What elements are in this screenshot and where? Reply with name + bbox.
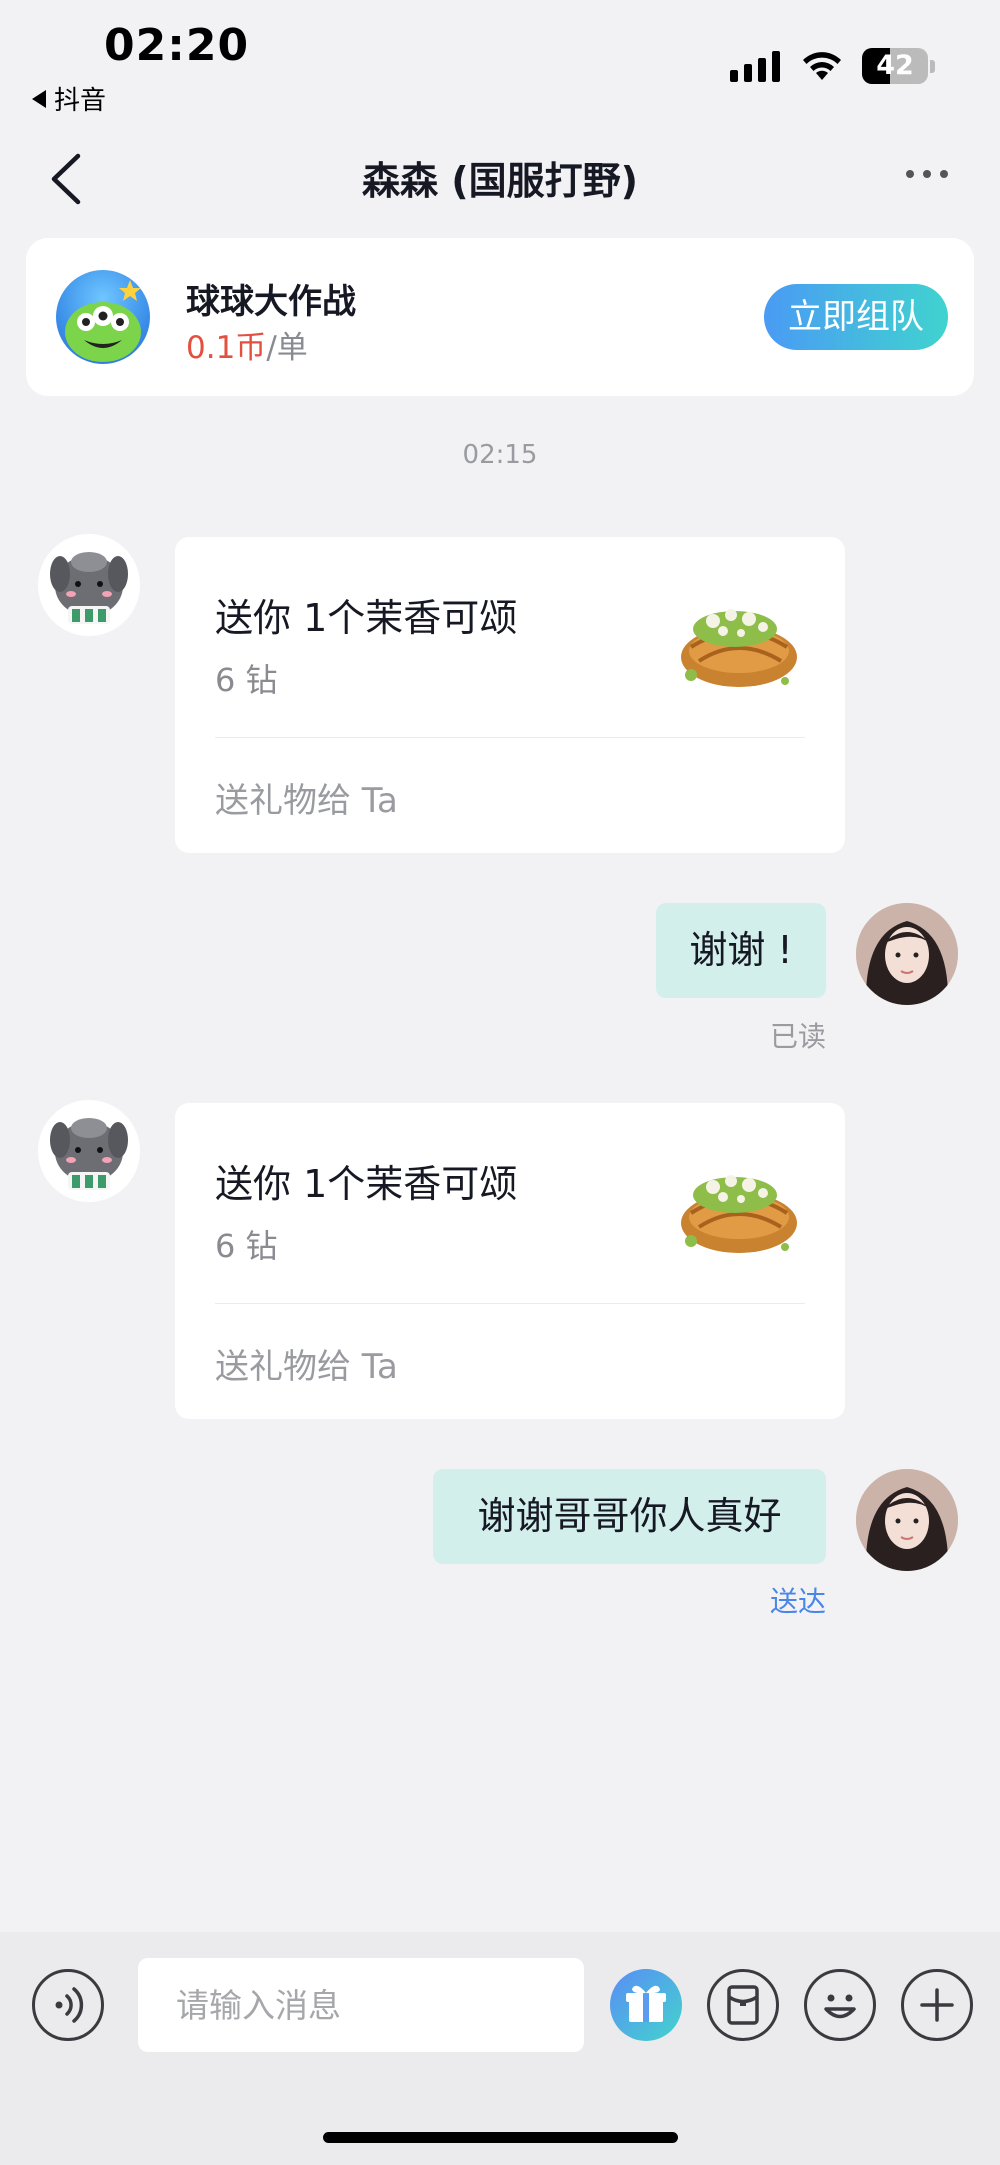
- back-app-label: 抖音: [54, 86, 107, 116]
- back-arrow-icon: [32, 89, 46, 108]
- gift-price: 6 钻: [215, 1227, 278, 1265]
- divider: [215, 1303, 805, 1304]
- voice-icon[interactable]: [32, 1969, 104, 2041]
- game-price: 0.1币/单: [186, 322, 308, 367]
- status-time: 02:20: [104, 20, 250, 71]
- croissant-gift-image: [681, 609, 797, 687]
- gift-title: 送你 1个茉香可颂: [215, 596, 518, 640]
- emoji-icon[interactable]: [804, 1969, 876, 2041]
- chat-timestamp: 02:15: [462, 440, 538, 470]
- gift-message-card: 送你 1个茉香可颂 6 钻 送礼物给 Ta: [175, 1103, 845, 1419]
- my-avatar[interactable]: [856, 1469, 958, 1571]
- game-title: 球球大作战: [186, 282, 356, 322]
- red-packet-icon[interactable]: [707, 1969, 779, 2041]
- message-bubble[interactable]: 谢谢 !: [656, 903, 826, 998]
- my-avatar[interactable]: [856, 903, 958, 1005]
- gift-price: 6 钻: [215, 661, 278, 699]
- divider: [215, 737, 805, 738]
- gift-message-card: 送你 1个茉香可颂 6 钻 送礼物给 Ta: [175, 537, 845, 853]
- more-icon[interactable]: [906, 170, 948, 178]
- gift-title: 送你 1个茉香可颂: [215, 1162, 518, 1206]
- team-up-button[interactable]: 立即组队: [764, 284, 948, 350]
- send-gift-link[interactable]: 送礼物给 Ta: [215, 773, 398, 822]
- battery-level: 42: [876, 50, 914, 81]
- price-unit: /单: [266, 330, 308, 366]
- price-value: 0.1币: [186, 330, 267, 366]
- message-input[interactable]: [138, 1958, 584, 2052]
- sender-avatar[interactable]: [38, 534, 140, 636]
- sender-avatar[interactable]: [38, 1100, 140, 1202]
- battery-icon: 42: [862, 48, 928, 84]
- chat-title: 森森 (国服打野): [362, 159, 638, 203]
- back-to-app-link[interactable]: 抖音: [32, 80, 106, 117]
- message-bubble[interactable]: 谢谢哥哥你人真好: [433, 1469, 826, 1564]
- message-status: 已读: [769, 1020, 826, 1053]
- croissant-gift-image: [681, 1175, 797, 1253]
- send-gift-link[interactable]: 送礼物给 Ta: [215, 1339, 398, 1388]
- alien-game-icon: [56, 270, 150, 364]
- message-status: 送达: [769, 1585, 826, 1618]
- game-team-card[interactable]: 球球大作战 0.1币/单 立即组队: [26, 238, 974, 396]
- wifi-icon: [803, 52, 841, 80]
- home-indicator[interactable]: [323, 2132, 678, 2143]
- gift-icon[interactable]: [610, 1969, 682, 2041]
- plus-icon[interactable]: [901, 1969, 973, 2041]
- cellular-signal-icon: [730, 50, 780, 82]
